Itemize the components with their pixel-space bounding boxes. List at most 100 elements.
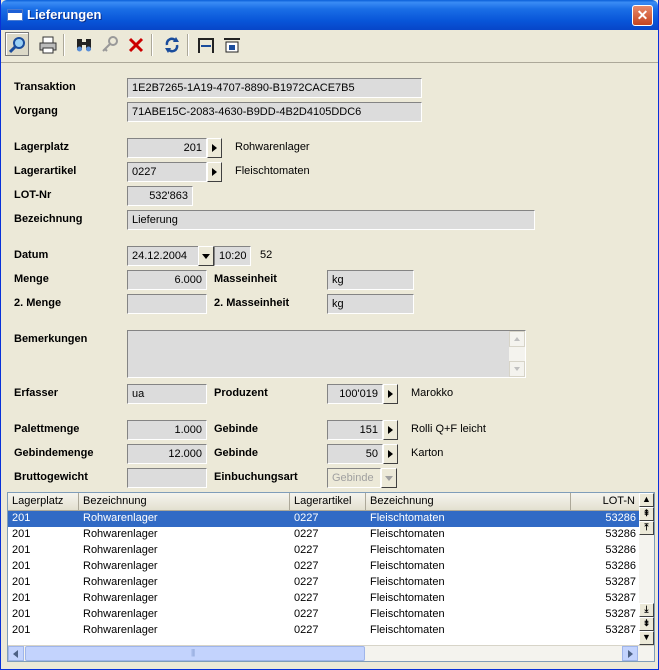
produzent-field[interactable]: 100'019 <box>327 384 383 404</box>
bemerkungen-scrollbar[interactable] <box>509 331 525 377</box>
zeit-field[interactable]: 10:20 <box>214 246 251 266</box>
table-cell: 53287 <box>605 592 636 604</box>
table-cell: Rohwarenlager <box>83 544 158 556</box>
lieferungen-grid[interactable]: Lagerplatz Bezeichnung Lagerartikel Beze… <box>7 492 655 662</box>
table-cell: Rohwarenlager <box>83 560 158 572</box>
import-icon <box>224 38 240 53</box>
table-cell: Rohwarenlager <box>83 512 158 524</box>
gebinde1-lookup-button[interactable] <box>383 420 398 440</box>
table-row[interactable]: 201 Rohwarenlager 0227 Fleischtomaten 53286 <box>8 543 640 559</box>
bruttogewicht-field[interactable] <box>127 468 207 488</box>
table-cell: 0227 <box>294 592 319 604</box>
window-title: Lieferungen <box>27 7 102 22</box>
datum-field[interactable]: 24.12.2004 <box>127 246 199 266</box>
bezeichnung-field[interactable]: Lieferung <box>127 210 535 230</box>
table-cell: Fleischtomaten <box>370 608 445 620</box>
table-cell: 0227 <box>294 624 319 636</box>
transaktion-field[interactable]: 1E2B7265-1A19-4707-8890-B1972CACE7B5 <box>127 78 422 98</box>
transaktion-label: Transaktion <box>14 81 76 93</box>
table-cell: Rohwarenlager <box>83 608 158 620</box>
scroll-down-icon[interactable] <box>509 361 525 377</box>
find-button[interactable] <box>71 32 95 56</box>
column-header-bezeichnung-2[interactable]: Bezeichnung <box>366 493 571 511</box>
toolbar <box>5 32 653 58</box>
scroll-up-icon[interactable]: ▲ <box>639 493 654 507</box>
lagerartikel-description: Fleischtomaten <box>235 165 310 177</box>
print-icon <box>39 36 57 54</box>
table-cell: 53286 <box>605 560 636 572</box>
gebinde1-field[interactable]: 151 <box>327 420 383 440</box>
scroll-up-icon[interactable] <box>509 331 525 347</box>
palettmenge-field[interactable]: 1.000 <box>127 420 207 440</box>
column-header-lagerplatz[interactable]: Lagerplatz <box>8 493 79 511</box>
grid-vertical-scrollbar[interactable]: ▲ ⇞ ⤒ ⤓ ⇟ ▼ <box>639 493 654 645</box>
lagerplatz-field[interactable]: 201 <box>127 138 207 158</box>
table-cell: 0227 <box>294 608 319 620</box>
erfasser-field[interactable]: ua <box>127 384 207 404</box>
menge2-label: 2. Menge <box>14 297 62 309</box>
menge-field[interactable]: 6.000 <box>127 270 207 290</box>
scroll-page-down-icon[interactable]: ⇟ <box>639 617 654 631</box>
column-header-bezeichnung[interactable]: Bezeichnung <box>79 493 290 511</box>
menge2-field[interactable] <box>127 294 207 314</box>
scroll-right-icon[interactable] <box>622 646 638 661</box>
table-cell: 201 <box>12 560 31 572</box>
close-button[interactable]: ✕ <box>632 5 653 26</box>
lagerartikel-field[interactable]: 0227 <box>127 162 207 182</box>
scroll-page-up-icon[interactable]: ⇞ <box>639 507 654 521</box>
lagerartikel-lookup-button[interactable] <box>207 162 222 182</box>
table-cell: Fleischtomaten <box>370 576 445 588</box>
table-row[interactable]: 201 Rohwarenlager 0227 Fleischtomaten 53286 <box>8 511 640 527</box>
datum-dropdown-button[interactable] <box>198 246 214 266</box>
table-cell: Fleischtomaten <box>370 544 445 556</box>
column-header-lot[interactable]: LOT-N <box>571 493 640 511</box>
scroll-down-icon[interactable]: ▼ <box>639 631 654 645</box>
key-button[interactable] <box>97 32 121 56</box>
lot-field[interactable]: 532'863 <box>127 186 193 206</box>
lagerplatz-label: Lagerplatz <box>14 141 70 153</box>
table-row[interactable]: 201 Rohwarenlager 0227 Fleischtomaten 53287 <box>8 623 640 639</box>
column-header-lagerartikel[interactable]: Lagerartikel <box>290 493 366 511</box>
table-row[interactable]: 201 Rohwarenlager 0227 Fleischtomaten 53287 <box>8 591 640 607</box>
grid-horizontal-scrollbar[interactable] <box>8 645 654 661</box>
scroll-last-icon[interactable]: ⤓ <box>639 603 654 617</box>
delete-button[interactable] <box>123 32 147 56</box>
masseinheit2-field[interactable]: kg <box>327 294 414 314</box>
table-cell: 0227 <box>294 560 319 572</box>
einbuchungsart-label: Einbuchungsart <box>214 471 298 483</box>
table-cell: 53286 <box>605 544 636 556</box>
table-cell: 53286 <box>605 528 636 540</box>
split-button[interactable] <box>193 32 217 56</box>
masseinheit-field[interactable]: kg <box>327 270 414 290</box>
bemerkungen-textarea[interactable] <box>127 330 526 378</box>
datum-label: Datum <box>14 249 49 261</box>
import-button[interactable] <box>219 32 243 56</box>
gebinde2-description: Karton <box>411 447 444 459</box>
table-cell: 0227 <box>294 528 319 540</box>
vorgang-field[interactable]: 71ABE15C-2083-4630-B9DD-4B2D4105DDC6 <box>127 102 422 122</box>
scroll-thumb[interactable] <box>25 646 365 661</box>
table-row[interactable]: 201 Rohwarenlager 0227 Fleischtomaten 53287 <box>8 575 640 591</box>
print-button[interactable] <box>35 32 59 56</box>
lagerplatz-lookup-button[interactable] <box>207 138 222 158</box>
title-bar[interactable]: Lieferungen ✕ <box>1 0 658 30</box>
table-row[interactable]: 201 Rohwarenlager 0227 Fleischtomaten 53286 <box>8 527 640 543</box>
gebindemenge-field[interactable]: 12.000 <box>127 444 207 464</box>
table-row[interactable]: 201 Rohwarenlager 0227 Fleischtomaten 53286 <box>8 559 640 575</box>
bezeichnung-label: Bezeichnung <box>14 213 83 225</box>
produzent-lookup-button[interactable] <box>383 384 398 404</box>
refresh-icon <box>165 37 179 53</box>
table-cell: Fleischtomaten <box>370 512 445 524</box>
gebindemenge-label: Gebindemenge <box>14 447 94 459</box>
search-button[interactable] <box>5 32 29 56</box>
scroll-first-icon[interactable]: ⤒ <box>639 521 654 535</box>
gebinde2-field[interactable]: 50 <box>327 444 383 464</box>
einbuchungsart-dropdown-icon[interactable] <box>381 468 397 488</box>
gebinde2-lookup-button[interactable] <box>383 444 398 464</box>
table-cell: 0227 <box>294 544 319 556</box>
scroll-left-icon[interactable] <box>8 646 24 661</box>
palettmenge-label: Palettmenge <box>14 423 80 435</box>
einbuchungsart-select[interactable]: Gebinde <box>327 468 381 488</box>
table-row[interactable]: 201 Rohwarenlager 0227 Fleischtomaten 53287 <box>8 607 640 623</box>
refresh-button[interactable] <box>159 32 183 56</box>
